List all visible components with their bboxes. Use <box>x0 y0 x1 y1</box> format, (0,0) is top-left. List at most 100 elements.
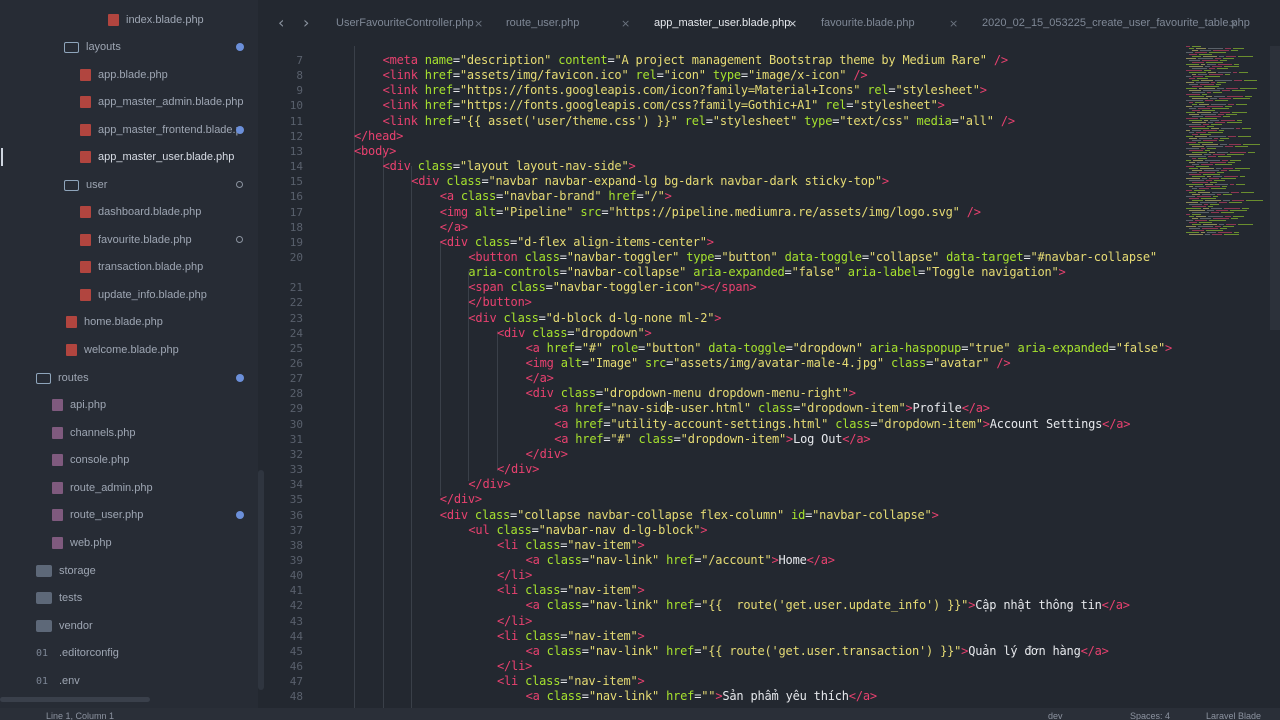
code-line[interactable]: 36 <div class="collapse navbar-collapse f… <box>266 508 1280 523</box>
code-line[interactable]: 34 </div> <box>266 477 1280 492</box>
code-line[interactable]: 19 <div class="d-flex align-items-center"… <box>266 235 1280 250</box>
code-line[interactable]: 39 <a class="nav-link" href="/account">Ho… <box>266 553 1280 568</box>
code-line[interactable]: 20 <button class="navbar-toggler" type="b… <box>266 250 1280 265</box>
code-line[interactable]: 37 <ul class="navbar-nav d-lg-block"> <box>266 523 1280 538</box>
code-line[interactable]: 16 <a class="navbar-brand" href="/"> <box>266 189 1280 204</box>
code-line[interactable]: 47 <li class="nav-item"> <box>266 674 1280 689</box>
code-line[interactable]: 35 </div> <box>266 492 1280 507</box>
sidebar-item[interactable]: home.blade.php <box>0 311 258 333</box>
sidebar-item[interactable]: app.blade.php <box>0 64 258 86</box>
chevron-right-icon[interactable]: › <box>303 13 309 32</box>
indentation-setting[interactable]: Spaces: 4 <box>1130 711 1170 720</box>
code-line[interactable]: 38 <li class="nav-item"> <box>266 538 1280 553</box>
close-icon[interactable]: × <box>474 0 483 46</box>
git-branch[interactable]: dev <box>1048 711 1063 720</box>
sidebar-item[interactable]: app_master_user.blade.php <box>0 146 258 168</box>
code-line[interactable]: 29 <a href="nav-side-user.html" class="dr… <box>266 401 1280 416</box>
sidebar-item[interactable]: transaction.blade.php <box>0 256 258 278</box>
minimap[interactable] <box>1182 46 1270 246</box>
code-editor[interactable]: 7 <meta name="description" content="A pro… <box>266 46 1280 708</box>
code-line[interactable]: 43 </li> <box>266 614 1280 629</box>
line-number: 9 <box>296 84 303 98</box>
editor-tab[interactable]: favourite.blade.php <box>821 0 915 46</box>
sidebar-item[interactable]: 01 .env <box>0 670 258 692</box>
sidebar-item[interactable]: console.php <box>0 449 258 471</box>
code-line[interactable]: 25 <a href="#" role="button" data-toggle=… <box>266 341 1280 356</box>
code-line[interactable]: 26 <img alt="Image" src="assets/img/avata… <box>266 356 1280 371</box>
code-line[interactable]: 13 <body> <box>266 144 1280 159</box>
minimap-mark <box>1226 88 1238 89</box>
sidebar-item[interactable]: favourite.blade.php <box>0 229 258 251</box>
code-line[interactable]: 10 <link href="https://fonts.googleapis.c… <box>266 98 1280 113</box>
sidebar-item[interactable]: welcome.blade.php <box>0 339 258 361</box>
code-line[interactable]: 40 </li> <box>266 568 1280 583</box>
sidebar-item[interactable]: index.blade.php <box>0 9 258 31</box>
sidebar-item[interactable]: route_admin.php <box>0 477 258 499</box>
code-line[interactable]: 11 <link href="{{ asset('user/theme.css')… <box>266 114 1280 129</box>
close-icon[interactable]: × <box>949 0 958 46</box>
sidebar-item[interactable]: tests <box>0 587 258 609</box>
sidebar-item[interactable]: channels.php <box>0 422 258 444</box>
close-icon[interactable]: × <box>788 0 797 46</box>
sidebar-item[interactable]: routes <box>0 367 258 389</box>
sidebar-item[interactable]: api.php <box>0 394 258 416</box>
sidebar-item[interactable]: layouts <box>0 36 258 58</box>
syntax-mode[interactable]: Laravel Blade <box>1206 711 1261 720</box>
sidebar-item[interactable]: 01 .editorconfig <box>0 642 258 664</box>
code-line[interactable]: 28 <div class="dropdown-menu dropdown-men… <box>266 386 1280 401</box>
code-line[interactable]: 41 <li class="nav-item"> <box>266 583 1280 598</box>
code-line[interactable]: 33 </div> <box>266 462 1280 477</box>
sidebar-item[interactable]: web.php <box>0 532 258 554</box>
code-line[interactable]: 18 </a> <box>266 220 1280 235</box>
sidebar-item[interactable]: update_info.blade.php <box>0 284 258 306</box>
minimap-mark <box>1186 130 1190 131</box>
code-line[interactable]: 32 </div> <box>266 447 1280 462</box>
code-line[interactable]: 48 <a class="nav-link" href="">Sản phẩm y… <box>266 689 1280 704</box>
code-line[interactable]: 24 <div class="dropdown"> <box>266 326 1280 341</box>
sidebar-vertical-scrollbar[interactable] <box>258 470 264 690</box>
sidebar-horizontal-scrollbar[interactable] <box>0 697 150 702</box>
editor-tab[interactable]: app_master_user.blade.php <box>654 0 790 46</box>
sidebar-item[interactable]: route_user.php <box>0 504 258 526</box>
minimap-mark <box>1186 94 1200 95</box>
sidebar-item[interactable]: user <box>0 174 258 196</box>
code-line[interactable]: 27 </a> <box>266 371 1280 386</box>
code-line[interactable]: aria-controls="navbar-collapse" aria-exp… <box>266 265 1280 280</box>
minimap-mark <box>1205 184 1213 185</box>
sidebar-item-label: web.php <box>70 537 112 549</box>
editor-tab[interactable]: UserFavouriteController.php <box>336 0 474 46</box>
editor-tab[interactable]: route_user.php <box>506 0 579 46</box>
close-icon[interactable]: × <box>1229 0 1238 46</box>
close-icon[interactable]: × <box>621 0 630 46</box>
code-token: </a> <box>1080 643 1109 658</box>
minimap-mark <box>1212 66 1222 67</box>
code-line[interactable]: 42 <a class="nav-link" href="{{ route('ge… <box>266 598 1280 613</box>
code-line[interactable]: 22 </button> <box>266 295 1280 310</box>
sidebar-item[interactable]: vendor <box>0 615 258 637</box>
code-line[interactable]: 15 <div class="navbar navbar-expand-lg bg… <box>266 174 1280 189</box>
code-line[interactable]: 23 <div class="d-block d-lg-none ml-2"> <box>266 311 1280 326</box>
minimap-mark <box>1240 88 1257 89</box>
code-line[interactable]: 12 </head> <box>266 129 1280 144</box>
code-line[interactable]: 45 <a class="nav-link" href="{{ route('ge… <box>266 644 1280 659</box>
code-token: name <box>424 53 453 67</box>
code-line[interactable]: 46 </li> <box>266 659 1280 674</box>
sidebar-item[interactable]: dashboard.blade.php <box>0 201 258 223</box>
code-line[interactable]: 21 <span class="navbar-toggler-icon"></sp… <box>266 280 1280 295</box>
editor-tab[interactable]: 2020_02_15_053225_create_user_favourite_… <box>982 0 1250 46</box>
code-line[interactable]: 7 <meta name="description" content="A pro… <box>266 53 1280 68</box>
code-line[interactable]: 9 <link href="https://fonts.googleapis.co… <box>266 83 1280 98</box>
code-line[interactable]: 14 <div class="layout layout-nav-side"> <box>266 159 1280 174</box>
code-line[interactable]: 30 <a href="utility-account-settings.html… <box>266 417 1280 432</box>
line-number: 11 <box>289 114 303 128</box>
code-line[interactable]: 44 <li class="nav-item"> <box>266 629 1280 644</box>
sidebar-item[interactable]: storage <box>0 560 258 582</box>
code-line[interactable]: 31 <a href="#" class="dropdown-item">Log … <box>266 432 1280 447</box>
code-line[interactable]: 17 <img alt="Pipeline" src="https://pipel… <box>266 205 1280 220</box>
sidebar-item[interactable]: app_master_frontend.blade.p <box>0 119 258 141</box>
cursor-position[interactable]: Line 1, Column 1 <box>46 711 114 720</box>
code-line[interactable]: 8 <link href="assets/img/favicon.ico" rel… <box>266 68 1280 83</box>
sidebar-item[interactable]: app_master_admin.blade.php <box>0 91 258 113</box>
chevron-left-icon[interactable]: ‹ <box>278 13 284 32</box>
editor-vertical-scrollbar[interactable] <box>1270 46 1280 330</box>
